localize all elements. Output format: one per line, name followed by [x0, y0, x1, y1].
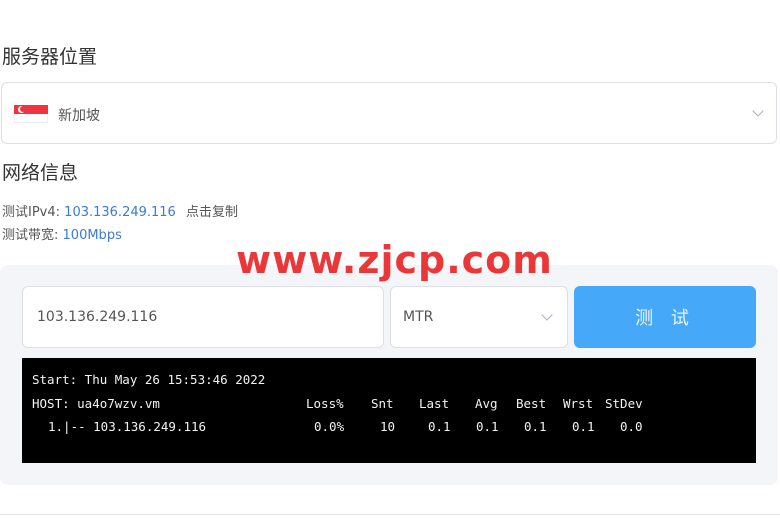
terminal-hop-row: 1.|-- 103.136.249.116 0.0% 10 0.1 0.1 0.… [32, 415, 746, 439]
test-button[interactable]: 测 试 [574, 286, 756, 348]
hop-loss: 0.0% [314, 419, 345, 434]
network-info-title: 网络信息 [2, 162, 79, 184]
chevron-down-icon [752, 105, 764, 117]
terminal-header-row: HOST: ua4o7wzv.vm Loss% Snt Last Avg Bes… [32, 392, 746, 416]
divider [0, 514, 780, 515]
test-mode-value: MTR [403, 309, 434, 325]
bandwidth-label: 测试带宽: [2, 228, 59, 243]
hop-snt: 10 [380, 419, 396, 434]
ipv4-label: 测试IPv4: [2, 205, 61, 220]
col-loss: Loss% [306, 395, 344, 411]
col-wrst: Wrst [563, 395, 594, 411]
server-location-select[interactable]: 新加坡 [1, 82, 777, 144]
test-mode-select[interactable]: MTR [390, 286, 568, 348]
hop-stdev: 0.0 [620, 419, 643, 434]
ipv4-value: 103.136.249.116 [64, 205, 176, 220]
terminal-start-line: Start: Thu May 26 15:53:46 2022 [32, 372, 266, 387]
singapore-flag-icon [14, 105, 48, 123]
col-stdev: StDev [605, 395, 643, 411]
hop-label: 1.|-- 103.136.249.116 [48, 419, 207, 434]
col-avg: Avg [475, 395, 498, 411]
hop-best: 0.1 [524, 419, 547, 434]
ipv4-info: 测试IPv4: 103.136.249.116 点击复制 [2, 201, 238, 220]
copy-ip-link[interactable]: 点击复制 [186, 205, 238, 220]
chevron-down-icon [541, 309, 553, 321]
server-location-title: 服务器位置 [2, 46, 98, 68]
col-snt: Snt [371, 395, 394, 411]
test-panel: 103.136.249.116 MTR 测 试 Start: Thu May 2… [0, 265, 778, 485]
bandwidth-info: 测试带宽: 100Mbps [2, 224, 122, 243]
col-best: Best [516, 395, 547, 411]
hop-avg: 0.1 [476, 419, 499, 434]
col-last: Last [419, 395, 450, 411]
hop-last: 0.1 [428, 419, 451, 434]
bandwidth-value: 100Mbps [62, 228, 122, 243]
terminal-output: Start: Thu May 26 15:53:46 2022 HOST: ua… [22, 358, 756, 463]
terminal-host-label: HOST: ua4o7wzv.vm [32, 395, 160, 411]
host-input[interactable]: 103.136.249.116 [22, 286, 384, 348]
hop-wrst: 0.1 [572, 419, 595, 434]
watermark-text: www.zjcp.com [236, 238, 553, 282]
selected-location: 新加坡 [58, 108, 100, 124]
